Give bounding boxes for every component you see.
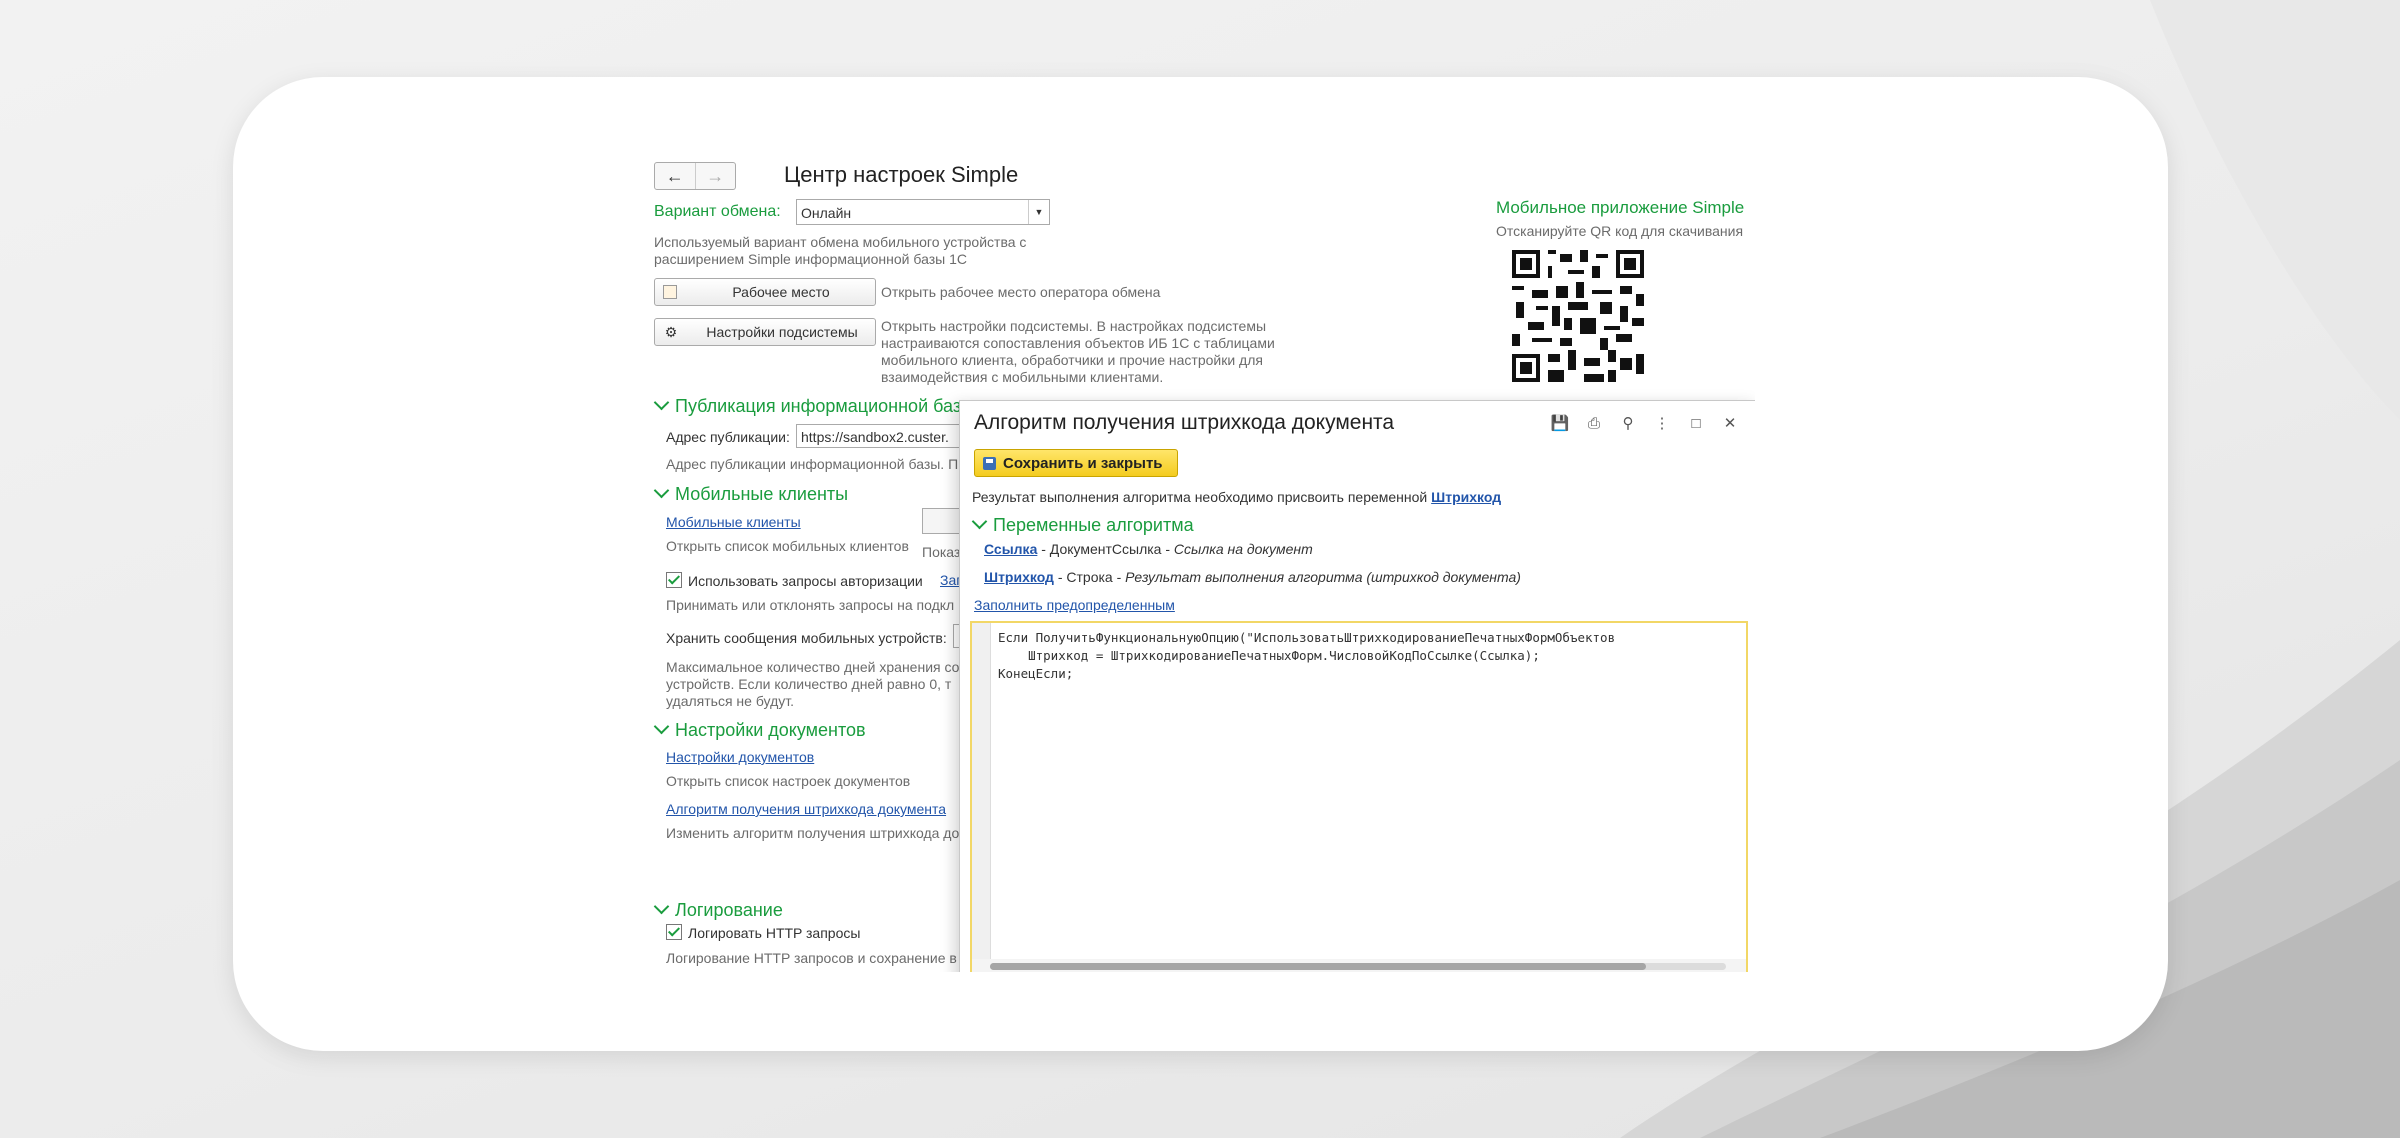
exchange-label: Вариант обмена: [654, 203, 781, 220]
save-icon [983, 456, 996, 470]
barcode-algorithm-dialog: Алгоритм получения штрихкода документа 💾… [959, 400, 1755, 972]
save-and-close-button[interactable]: Сохранить и закрыть [974, 449, 1178, 477]
mobile-clients-hint: Открыть список мобильных клиентов [666, 538, 909, 554]
store-hint-3: удаляться не будут. [666, 693, 794, 709]
exchange-select-value: Онлайн [801, 205, 852, 221]
logging-checkbox-label: Логировать HTTP запросы [688, 925, 861, 941]
publication-address-label: Адрес публикации: [666, 429, 790, 445]
fill-predefined-link[interactable]: Заполнить предопределенным [974, 597, 1175, 613]
code-line-3: КонецЕсли; [998, 666, 1074, 681]
save-and-close-label: Сохранить и закрыть [1003, 454, 1163, 472]
variable-row-2: Штрихкод - Строка - Результат выполнения… [984, 569, 1521, 585]
page-title: Центр настроек Simple [784, 162, 1019, 187]
auth-checkbox-row[interactable]: Использовать запросы авторизации [666, 572, 923, 589]
exchange-hint-1: Используемый вариант обмена мобильного у… [654, 234, 1027, 250]
variable-type-1: - ДокументСсылка - [1037, 541, 1174, 557]
subsystem-hint-2: настраиваются сопоставления объектов ИБ … [881, 335, 1275, 351]
variable-link-1[interactable]: Ссылка [984, 541, 1037, 557]
workplace-icon [663, 285, 677, 299]
logging-hint: Логирование HTTP запросов и сохранение в [666, 950, 957, 966]
chevron-down-icon [653, 394, 670, 411]
logging-section-label: Логирование [675, 900, 783, 920]
mobile-clients-section[interactable]: Мобильные клиенты [653, 482, 849, 505]
workplace-button[interactable]: Рабочее место [654, 278, 876, 306]
variables-section-label: Переменные алгоритма [993, 515, 1194, 535]
logging-checkbox-row[interactable]: Логировать HTTP запросы [666, 924, 860, 941]
dialog-title: Алгоритм получения штрихкода документа [974, 411, 1395, 434]
store-messages-label: Хранить сообщения мобильных устройств: [666, 630, 947, 646]
maximize-icon[interactable]: □ [1686, 413, 1706, 433]
mobile-clients-section-label: Мобильные клиенты [675, 484, 849, 504]
store-hint-2: устройств. Если количество дней равно 0,… [666, 676, 952, 692]
result-text-row: Результат выполнения алгоритма необходим… [972, 489, 1501, 505]
publication-address-input[interactable]: https://sandbox2.custer. [796, 424, 966, 448]
publication-section[interactable]: Публикация информационной базы [653, 394, 975, 417]
variable-row-1: Ссылка - ДокументСсылка - Ссылка на доку… [984, 541, 1313, 557]
variable-desc-2: Результат выполнения алгоритма (штрихкод… [1125, 569, 1521, 585]
code-line-2: Штрихкод = ШтрихкодированиеПечатныхФорм.… [998, 648, 1540, 663]
subsystem-settings-button[interactable]: ⚙ Настройки подсистемы [654, 318, 876, 346]
publication-hint: Адрес публикации информационной базы. П [666, 456, 959, 472]
horizontal-scrollbar[interactable] [972, 959, 1746, 972]
variables-section[interactable]: Переменные алгоритма [971, 513, 1194, 536]
dialog-toolbar: 💾 ⎙ ⚲ ⋮ □ ✕ [1550, 413, 1740, 433]
logging-section[interactable]: Логирование [653, 898, 783, 921]
mobile-clients-side-hint: Показ [922, 544, 961, 560]
chevron-down-icon[interactable]: ▼ [1028, 200, 1049, 224]
mobile-app-hint: Отсканируйте QR код для скачивания [1496, 223, 1744, 239]
editor-gutter [972, 623, 991, 959]
subsystem-hint-1: Открыть настройки подсистемы. В настройк… [881, 318, 1267, 334]
store-hint-1: Максимальное количество дней хранения со [666, 659, 960, 675]
chevron-down-icon [653, 482, 670, 499]
mobile-app-title: Мобильное приложение Simple [1496, 198, 1745, 217]
subsystem-hint-4: взаимодействия с мобильными клиентами. [881, 369, 1164, 385]
workplace-hint: Открыть рабочее место оператора обмена [881, 284, 1161, 300]
result-variable-link[interactable]: Штрихкод [1431, 489, 1501, 505]
barcode-hint: Изменить алгоритм получения штрихкода до [666, 825, 960, 841]
exchange-select[interactable]: Онлайн ▼ [796, 199, 1050, 225]
print-icon[interactable]: ⎙ [1584, 413, 1604, 433]
code-editor[interactable]: Если ПолучитьФункциональнуюОпцию("Исполь… [970, 621, 1748, 972]
workplace-button-label: Рабочее место [732, 284, 830, 300]
chevron-down-icon [653, 718, 670, 735]
mobile-clients-tool-button[interactable] [922, 508, 964, 534]
barcode-algorithm-link[interactable]: Алгоритм получения штрихкода документа [666, 801, 946, 817]
chevron-down-icon [971, 513, 988, 530]
variable-link-2[interactable]: Штрихкод [984, 569, 1054, 585]
code-text[interactable]: Если ПолучитьФункциональнуюОпцию("Исполь… [998, 629, 1615, 683]
auth-checkbox-label: Использовать запросы авторизации [688, 573, 923, 589]
variable-type-2: - Строка - [1053, 569, 1126, 585]
publication-section-label: Публикация информационной базы [675, 396, 975, 416]
documents-settings-link[interactable]: Настройки документов [666, 749, 814, 765]
exchange-hint-2: расширением Simple информационной базы 1… [654, 251, 967, 267]
checkbox-icon[interactable] [666, 924, 682, 940]
save-icon[interactable]: 💾 [1550, 413, 1570, 433]
auth-hint: Принимать или отклонять запросы на подкл [666, 597, 955, 613]
gear-icon: ⚙ [664, 323, 678, 340]
preview-icon[interactable]: ⚲ [1618, 413, 1638, 433]
more-icon[interactable]: ⋮ [1652, 413, 1672, 433]
chevron-down-icon [653, 898, 670, 915]
qr-code-icon [1512, 250, 1644, 382]
app-screenshot: ← → Центр настроек Simple Вариант обмена… [650, 152, 1755, 972]
documents-section-label: Настройки документов [675, 720, 866, 740]
documents-hint: Открыть список настроек документов [666, 773, 911, 789]
checkbox-icon[interactable] [666, 572, 682, 588]
variable-desc-1: Ссылка на документ [1173, 541, 1313, 557]
code-line-1: Если ПолучитьФункциональнуюОпцию("Исполь… [998, 630, 1616, 645]
forward-arrow-icon[interactable]: → [694, 163, 736, 189]
mobile-clients-link[interactable]: Мобильные клиенты [666, 514, 801, 530]
subsystem-button-label: Настройки подсистемы [706, 324, 858, 340]
subsystem-hint-3: мобильного клиента, обработчики и прочие… [881, 352, 1263, 368]
back-arrow-icon[interactable]: ← [655, 163, 695, 189]
nav-buttons: ← → [654, 162, 736, 190]
result-text: Результат выполнения алгоритма необходим… [972, 489, 1428, 505]
documents-section[interactable]: Настройки документов [653, 718, 866, 741]
scrollbar-thumb[interactable] [990, 963, 1646, 970]
close-icon[interactable]: ✕ [1720, 413, 1740, 433]
